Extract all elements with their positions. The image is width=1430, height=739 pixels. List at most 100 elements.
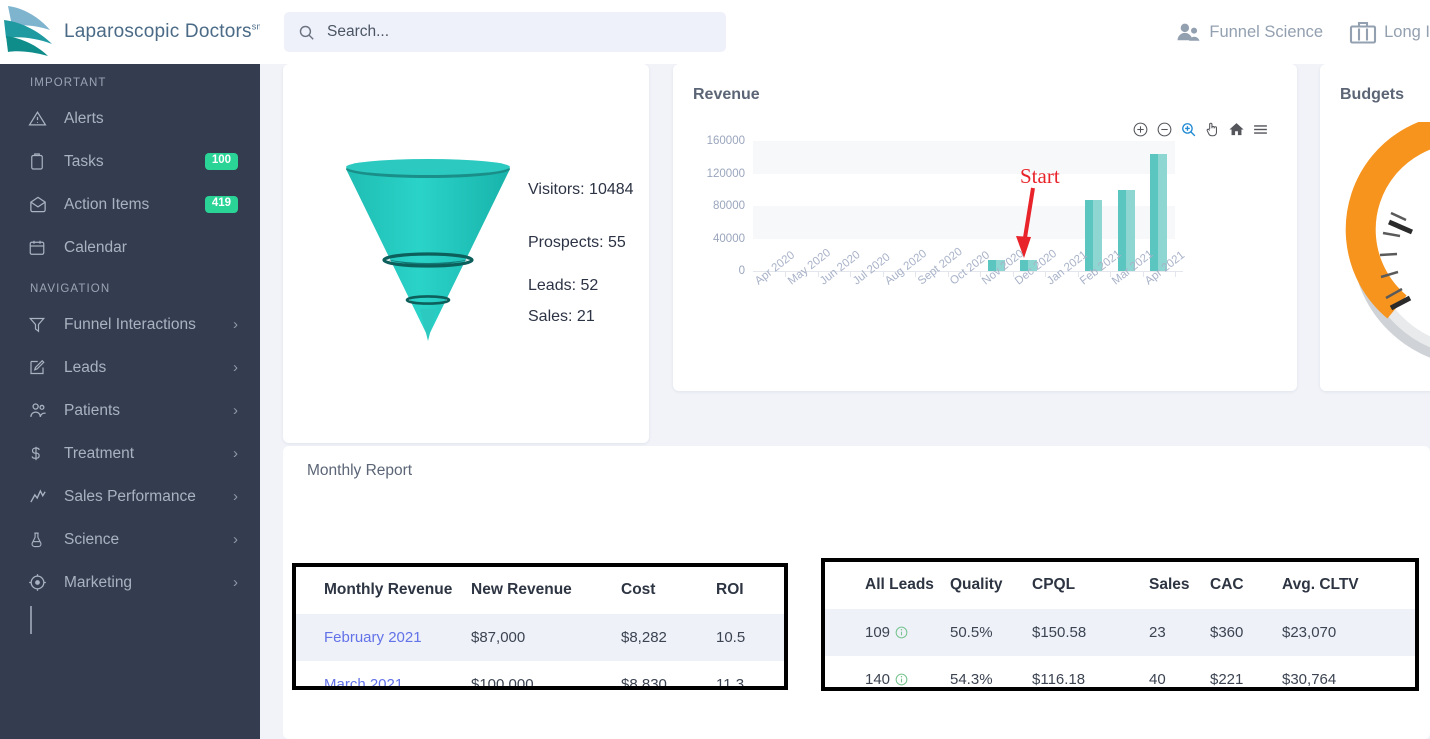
inbox-icon xyxy=(28,194,52,216)
chevron-right-icon: › xyxy=(233,316,238,333)
dollar-icon xyxy=(28,443,52,465)
sidebar-item-sales-performance[interactable]: Sales Performance › xyxy=(0,475,260,518)
budgets-gauge-chart[interactable]: 0 xyxy=(1336,122,1430,372)
col-sales: Sales xyxy=(1137,562,1210,609)
sidebar-item-leads[interactable]: Leads › xyxy=(0,346,260,389)
funnel-stat-sales: Sales: 21 xyxy=(528,308,595,325)
grid-band xyxy=(753,206,1175,239)
cell-quality: 50.5% xyxy=(950,609,1032,656)
sidebar-item-treatment[interactable]: Treatment › xyxy=(0,432,260,475)
sidebar-item-label: Alerts xyxy=(64,109,104,127)
topbar-link-funnel-science[interactable]: Funnel Science xyxy=(1176,21,1323,43)
info-icon[interactable] xyxy=(895,673,908,686)
cell-avg-cltv: $30,764 xyxy=(1282,671,1337,688)
sidebar-item-alerts[interactable]: Alerts xyxy=(0,97,260,140)
sidebar: Laparoscopic Doctorssm IMPORTANT Alerts … xyxy=(0,0,260,739)
sidebar-item-label: Funnel Interactions xyxy=(64,315,196,333)
brand-sup: sm xyxy=(251,21,260,32)
cell-sales: 40 xyxy=(1149,671,1166,688)
col-all-leads: All Leads xyxy=(825,562,950,609)
trend-line-icon xyxy=(28,486,52,508)
monthly-report-title: Monthly Report xyxy=(307,462,413,479)
leads-report-table: All Leads Quality CPQL Sales CAC Avg. CL… xyxy=(825,562,1415,688)
funnel-3d-graphic xyxy=(346,158,510,341)
search-input[interactable] xyxy=(327,23,712,41)
table-row[interactable]: March 2021 $100,000 $8,830 11.3 xyxy=(296,661,784,690)
text-caret xyxy=(30,606,32,634)
funnel-stat-visitors: Visitors: 10484 xyxy=(528,181,634,198)
calendar-icon xyxy=(28,237,52,259)
topbar-link-label: Long I xyxy=(1384,22,1430,41)
people-icon xyxy=(1177,23,1200,41)
col-cac: CAC xyxy=(1210,562,1282,609)
monthly-report-table: Monthly Revenue New Revenue Cost ROI Feb… xyxy=(296,567,784,690)
brand-logo-area[interactable]: Laparoscopic Doctorssm xyxy=(0,0,260,64)
funnel-stat-leads: Leads: 52 xyxy=(528,277,599,294)
sidebar-item-marketing[interactable]: Marketing › xyxy=(0,561,260,604)
dashboard-page: Laparoscopic Doctorssm IMPORTANT Alerts … xyxy=(0,0,1430,739)
cell-new-revenue: $100,000 xyxy=(471,676,534,690)
edit-square-icon xyxy=(28,357,52,379)
chevron-right-icon: › xyxy=(233,574,238,591)
action-items-badge: 419 xyxy=(204,196,238,213)
sidebar-item-tasks[interactable]: Tasks 100 xyxy=(0,140,260,183)
col-cost: Cost xyxy=(621,567,716,614)
revenue-bar-chart[interactable]: 160000 120000 80000 40000 0 Start Apr 20… xyxy=(673,126,1297,376)
topbar-link-long-island[interactable]: Long I xyxy=(1349,20,1430,45)
sidebar-item-action-items[interactable]: Action Items 419 xyxy=(0,183,260,226)
sidebar-section-important: IMPORTANT xyxy=(30,77,107,89)
info-icon[interactable] xyxy=(895,626,908,639)
alert-triangle-icon xyxy=(28,108,52,130)
sidebar-item-calendar[interactable]: Calendar xyxy=(0,226,260,269)
leads-report-table-highlight: All Leads Quality CPQL Sales CAC Avg. CL… xyxy=(821,558,1419,691)
search-icon xyxy=(299,25,314,40)
x-axis-tick xyxy=(1175,272,1176,277)
sidebar-item-label: Action Items xyxy=(64,195,150,213)
topbar-link-label: Funnel Science xyxy=(1209,22,1324,41)
funnel-card: Visitors: 10484 Prospects: 55 Leads: 52 … xyxy=(283,64,649,443)
cell-month[interactable]: February 2021 xyxy=(296,614,471,661)
cell-month[interactable]: March 2021 xyxy=(296,661,471,686)
table-header-row: Monthly Revenue New Revenue Cost ROI xyxy=(296,567,784,614)
sidebar-item-funnel-interactions[interactable]: Funnel Interactions › xyxy=(0,303,260,346)
funnel-stat-prospects: Prospects: 55 xyxy=(528,234,626,251)
tasks-badge: 100 xyxy=(204,153,238,170)
budgets-card-title: Budgets xyxy=(1340,86,1404,103)
sidebar-item-science[interactable]: Science › xyxy=(0,518,260,561)
col-roi: ROI xyxy=(716,567,784,614)
cell-cost: $8,830 xyxy=(621,676,667,690)
cell-avg-cltv: $23,070 xyxy=(1282,609,1415,656)
y-tick-label: 160000 xyxy=(706,135,745,147)
y-tick-label: 80000 xyxy=(713,200,745,212)
grid-band xyxy=(753,141,1175,174)
cell-all-leads: 109 xyxy=(825,609,950,656)
table-row[interactable]: 109 50.5% $150.58 23 $360 $23,070 xyxy=(825,609,1415,656)
main-content: Visitors: 10484 Prospects: 55 Leads: 52 … xyxy=(260,64,1430,739)
sidebar-item-label: Science xyxy=(64,530,120,548)
col-quality: Quality xyxy=(950,562,1032,609)
cell-roi: 11.3 xyxy=(716,676,745,690)
col-new-revenue: New Revenue xyxy=(471,567,621,614)
cell-all-leads: 140 xyxy=(825,656,950,687)
y-tick-label: 120000 xyxy=(706,167,745,180)
brand-name-text: Laparoscopic Doctors xyxy=(64,21,252,42)
sidebar-item-label: Calendar xyxy=(64,238,127,256)
cell-cpql: $150.58 xyxy=(1032,609,1137,656)
brand-name: Laparoscopic Doctorssm xyxy=(64,21,260,43)
sidebar-item-label: Marketing xyxy=(64,573,133,591)
table-row[interactable]: February 2021 $87,000 $8,282 10.5 xyxy=(296,614,784,661)
search-box[interactable] xyxy=(284,12,726,52)
sidebar-item-label: Tasks xyxy=(64,152,104,170)
top-bar: Funnel Science Long I xyxy=(260,0,1430,64)
cell-cpql: $116.18 xyxy=(1032,671,1086,688)
target-icon xyxy=(28,572,52,594)
sidebar-item-patients[interactable]: Patients › xyxy=(0,389,260,432)
table-row[interactable]: 140 54.3% $116.18 40 $221 $30,764 xyxy=(825,656,1415,688)
y-axis: 160000 120000 80000 40000 0 xyxy=(673,126,745,286)
cell-quality: 54.3% xyxy=(950,671,993,688)
top-cards-row: Visitors: 10484 Prospects: 55 Leads: 52 … xyxy=(260,64,1430,446)
users-icon xyxy=(28,400,52,422)
revenue-card-title: Revenue xyxy=(693,86,760,103)
briefcase-icon xyxy=(1350,21,1377,44)
chevron-right-icon: › xyxy=(233,445,238,462)
